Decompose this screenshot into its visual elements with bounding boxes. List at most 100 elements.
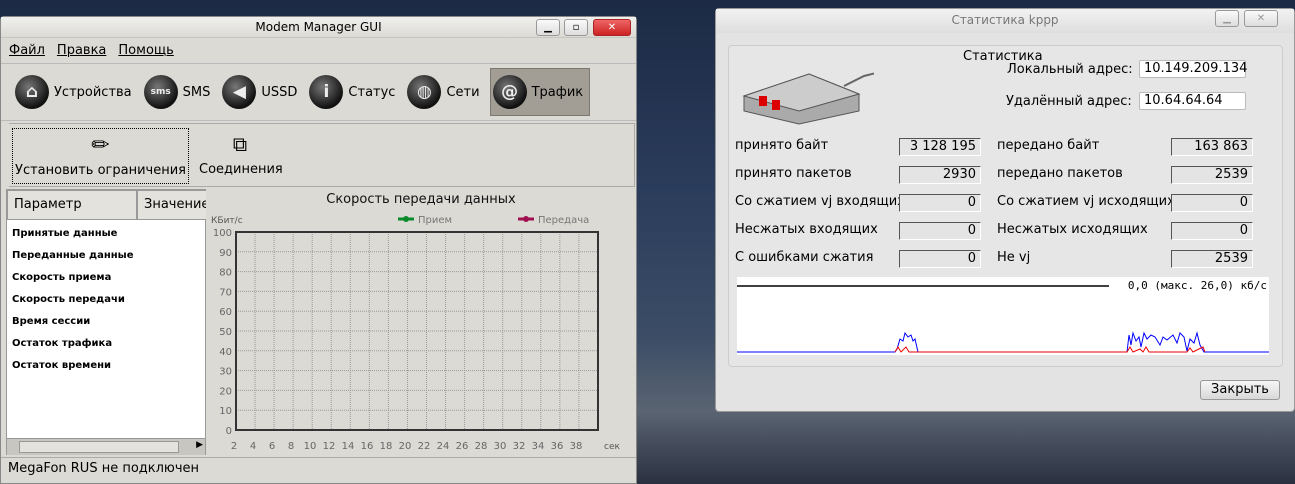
table-row[interactable]: Скорость приема — [12, 272, 111, 283]
tab-label: SMS — [182, 84, 211, 100]
legend-marker — [523, 216, 529, 222]
stat-label: Со сжатием vj входящих — [735, 194, 905, 209]
title-bar: Статистика kppp — [716, 9, 1294, 33]
remote-address-label: Удалённый адрес: — [1006, 94, 1132, 109]
x-tick-label: 10 — [304, 441, 317, 452]
x-tick-label: 8 — [288, 441, 294, 452]
stat-label: Несжатых исходящих — [997, 222, 1148, 237]
scrollbar-thumb[interactable] — [19, 441, 179, 453]
graph-label: 0,0 (макс. 26,0) кб/с — [1128, 279, 1267, 292]
tab-label: USSD — [261, 84, 298, 100]
x-tick-label: 4 — [250, 441, 256, 452]
tab-label: Статус — [348, 84, 396, 100]
button-label: Установить ограничения — [15, 163, 186, 178]
set-limits-button[interactable]: ✏ Установить ограничения — [12, 128, 189, 184]
stat-value: 2539 — [1171, 166, 1253, 184]
table-row[interactable]: Принятые данные — [12, 228, 117, 239]
tab-sms[interactable]: sms SMS — [142, 68, 217, 116]
connections-icon: ⧉ — [232, 132, 248, 156]
local-address-field[interactable]: 10.149.209.134 — [1139, 60, 1247, 78]
x-tick-label: 18 — [380, 441, 393, 452]
close-button[interactable]: Закрыть — [1200, 380, 1280, 400]
sms-icon: sms — [143, 75, 178, 109]
scroll-right-icon[interactable]: ▶ — [196, 440, 203, 450]
table-row[interactable]: Время сессии — [12, 316, 90, 327]
y-tick-label: 40 — [219, 347, 232, 358]
tab-networks[interactable]: ◍ Сети — [405, 68, 485, 116]
table-row[interactable]: Скорость передачи — [12, 294, 125, 305]
pencil-icon: ✏ — [91, 133, 110, 158]
x-tick-label: 16 — [361, 441, 374, 452]
tab-traffic[interactable]: @ Трафик — [489, 68, 591, 116]
stat-value: 3 128 195 — [899, 138, 981, 156]
traffic-toolbar: ✏ Установить ограничения ⧉ Соединения — [9, 123, 635, 187]
x-tick-label: 24 — [437, 441, 450, 452]
button-label: Соединения — [199, 162, 283, 177]
x-axis-label: сек — [604, 442, 620, 452]
column-header-parameter[interactable]: Параметр — [7, 190, 137, 220]
y-tick-label: 70 — [219, 287, 232, 298]
kppp-stats-window: Статистика kppp ▁ ✕ Статистика Локальный… — [715, 8, 1295, 412]
menu-file[interactable]: Файл — [9, 43, 45, 58]
x-tick-label: 38 — [570, 441, 583, 452]
nav-toolbar: ⌂ Устройства sms SMS ◀ USSD i Статус ◍ Сети @… — [1, 63, 636, 121]
remote-address-field[interactable]: 10.64.64.64 — [1139, 92, 1246, 110]
y-tick-label: 50 — [219, 327, 232, 338]
maximize-button[interactable]: ▫ — [564, 19, 588, 36]
x-tick-label: 2 — [231, 441, 237, 452]
ussd-icon: ◀ — [222, 75, 257, 109]
x-tick-label: 28 — [475, 441, 488, 452]
connections-button[interactable]: ⧉ Соединения — [199, 128, 283, 184]
menu-help[interactable]: Помощь — [118, 43, 173, 58]
y-tick-label: 60 — [219, 307, 232, 318]
table-row[interactable]: Остаток трафика — [12, 338, 112, 349]
x-tick-label: 26 — [456, 441, 469, 452]
table-row[interactable]: Остаток времени — [12, 360, 111, 371]
x-tick-label: 20 — [399, 441, 412, 452]
stat-label: принято пакетов — [735, 166, 852, 181]
column-header-value[interactable]: Значение — [137, 190, 209, 220]
home-icon: ⌂ — [15, 75, 49, 109]
minimize-button[interactable]: ▁ — [1215, 10, 1239, 27]
x-tick-label: 12 — [323, 441, 336, 452]
info-icon: i — [309, 75, 344, 109]
status-bar: MegaFon RUS не подключен — [1, 457, 636, 481]
stats-frame: Статистика Локальный адрес: 10.149.209.1… — [728, 45, 1283, 367]
legend-marker — [403, 216, 409, 222]
y-tick-label: 0 — [226, 426, 232, 437]
tab-label: Сети — [446, 84, 480, 100]
tab-devices[interactable]: ⌂ Устройства — [13, 68, 138, 116]
stat-value: 163 863 — [1171, 138, 1253, 156]
close-button[interactable]: ✕ — [593, 19, 631, 36]
menu-edit[interactable]: Правка — [57, 43, 106, 58]
y-tick-label: 10 — [219, 406, 232, 417]
close-window-button[interactable]: ✕ — [1244, 10, 1278, 27]
horizontal-scrollbar[interactable]: ▶ — [7, 438, 205, 455]
stat-value: 0 — [1171, 222, 1253, 240]
minimize-button[interactable]: ▁ — [536, 19, 560, 36]
stat-label: передано пакетов — [997, 166, 1123, 181]
stat-value: 2930 — [899, 166, 981, 184]
legend-label: Передача — [538, 215, 589, 226]
window-title: Статистика kppp — [951, 13, 1059, 27]
tab-ussd[interactable]: ◀ USSD — [220, 68, 303, 116]
chart-title: Скорость передачи данных — [326, 192, 516, 207]
x-tick-label: 22 — [418, 441, 431, 452]
x-tick-label: 6 — [269, 441, 275, 452]
stat-value: 0 — [1171, 194, 1253, 212]
table-row[interactable]: Переданные данные — [12, 250, 134, 261]
tab-status[interactable]: i Статус — [307, 68, 401, 116]
local-address-label: Локальный адрес: — [1007, 62, 1133, 77]
y-tick-label: 90 — [219, 248, 232, 259]
stat-label: Со сжатием vj исходящих — [997, 194, 1175, 209]
y-tick-label: 20 — [219, 386, 232, 397]
stat-value: 0 — [899, 250, 981, 268]
stat-label: Не vj — [997, 250, 1031, 265]
x-tick-label: 36 — [551, 441, 564, 452]
x-tick-label: 32 — [513, 441, 526, 452]
tab-label: Трафик — [531, 84, 584, 100]
stat-label: С ошибками сжатия — [735, 250, 874, 265]
at-icon: @ — [492, 75, 527, 109]
traffic-graph: 0,0 (макс. 26,0) кб/с — [737, 277, 1269, 355]
stat-label: передано байт — [997, 138, 1100, 153]
